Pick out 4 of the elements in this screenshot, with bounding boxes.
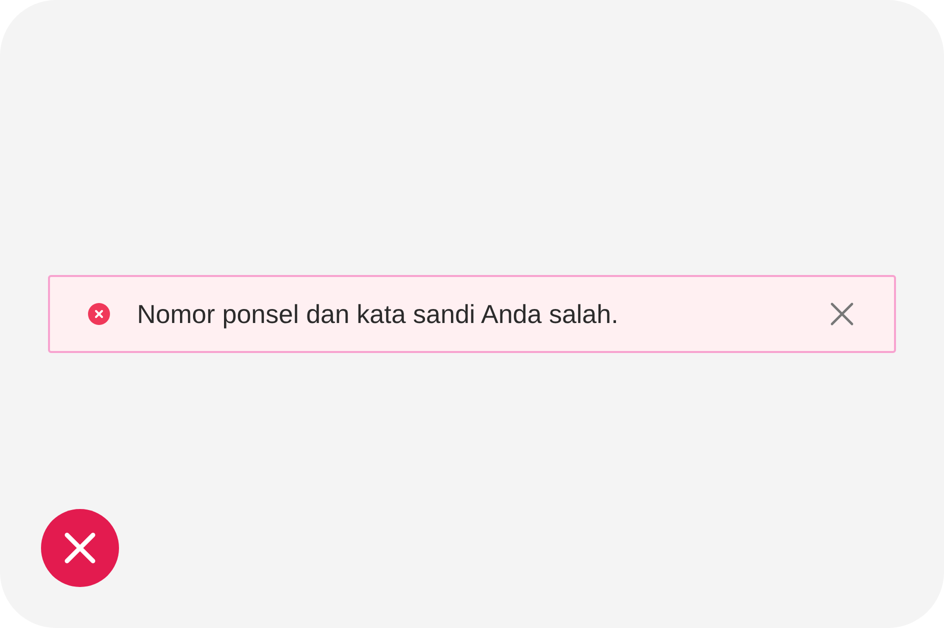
close-button[interactable]	[828, 300, 856, 328]
alert-message: Nomor ponsel dan kata sandi Anda salah.	[137, 298, 620, 330]
close-circle-icon	[41, 509, 119, 587]
error-icon	[88, 303, 110, 325]
